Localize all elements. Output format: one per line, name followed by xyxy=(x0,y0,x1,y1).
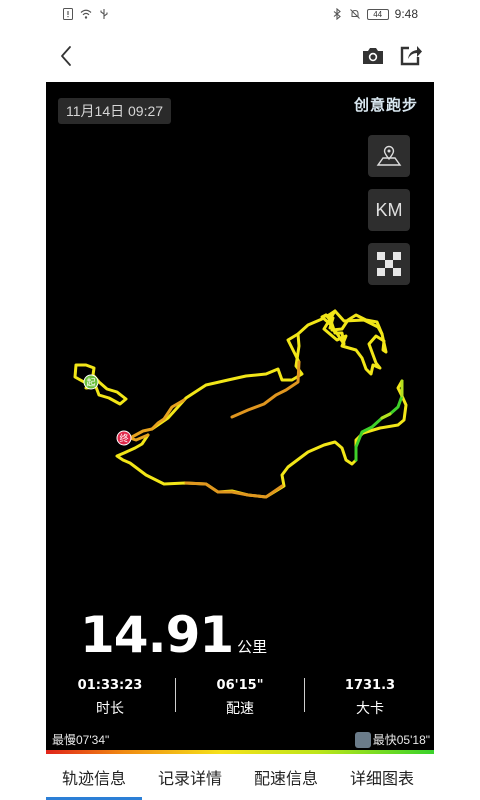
tab-record-details[interactable]: 记录详情 xyxy=(142,754,238,800)
pace-fastest: 最快05'18" xyxy=(372,733,430,747)
stat-pace: 06'15" 配速 xyxy=(176,676,304,718)
bottom-tabs: 轨迹信息 记录详情 配速信息 详细图表 xyxy=(0,754,480,800)
track-loop-west xyxy=(73,363,128,406)
stat-pace-value: 06'15" xyxy=(216,678,264,693)
stat-duration: 01:33:23 时长 xyxy=(46,676,174,718)
stats-row: 01:33:23 时长 06'15" 配速 1731.3 大卡 xyxy=(46,676,434,722)
back-icon[interactable] xyxy=(54,42,80,70)
track-main-orange-2 xyxy=(230,360,301,419)
track-map[interactable]: 11月14日 09:27 创意跑步 KM 起 终 14.91 公里 01:33:… xyxy=(46,82,434,754)
usb-icon xyxy=(100,9,108,19)
tab-track-info[interactable]: 轨迹信息 xyxy=(46,754,142,800)
start-marker-label: 起 xyxy=(86,378,95,389)
status-time: 9:48 xyxy=(394,7,418,21)
top-toolbar xyxy=(0,30,480,82)
stat-calories-value: 1731.3 xyxy=(344,678,396,693)
status-bar: 44 9:48 xyxy=(0,0,480,30)
wifi-icon xyxy=(80,9,92,19)
start-marker: 起 xyxy=(83,374,99,390)
track-main-yellow-2 xyxy=(286,309,388,376)
track-main-yellow-1 xyxy=(150,313,346,431)
distance-value: 14.91 xyxy=(80,606,234,664)
distance-unit: 公里 xyxy=(237,639,268,656)
status-right-icons: 44 9:48 xyxy=(331,7,418,21)
end-marker-label: 终 xyxy=(119,433,128,445)
tab-detail-charts[interactable]: 详细图表 xyxy=(334,754,430,800)
camera-icon[interactable] xyxy=(360,43,386,69)
stat-duration-value: 01:33:23 xyxy=(77,678,143,693)
stat-calories-label: 大卡 xyxy=(356,700,384,716)
bell-muted-icon xyxy=(349,9,360,19)
stat-divider xyxy=(304,678,305,712)
distance-summary: 14.91 公里 xyxy=(80,606,267,664)
runner-avatar-icon xyxy=(354,731,371,748)
share-icon[interactable] xyxy=(398,42,424,68)
bluetooth-icon xyxy=(333,8,341,20)
battery-icon: 44 xyxy=(366,8,389,20)
sim-alert-icon xyxy=(63,8,73,20)
end-marker: 终 xyxy=(116,430,132,446)
stat-duration-label: 时长 xyxy=(96,700,124,716)
stat-calories: 1731.3 大卡 xyxy=(306,676,434,718)
status-left-icons xyxy=(62,8,110,20)
pace-slowest: 最慢07'34" xyxy=(52,733,110,747)
tab-pace-info[interactable]: 配速信息 xyxy=(238,754,334,800)
stat-pace-label: 配速 xyxy=(226,700,254,716)
pace-fastest-wrap: 最快05'18" xyxy=(354,731,430,748)
track-main-orange-1 xyxy=(128,398,186,442)
